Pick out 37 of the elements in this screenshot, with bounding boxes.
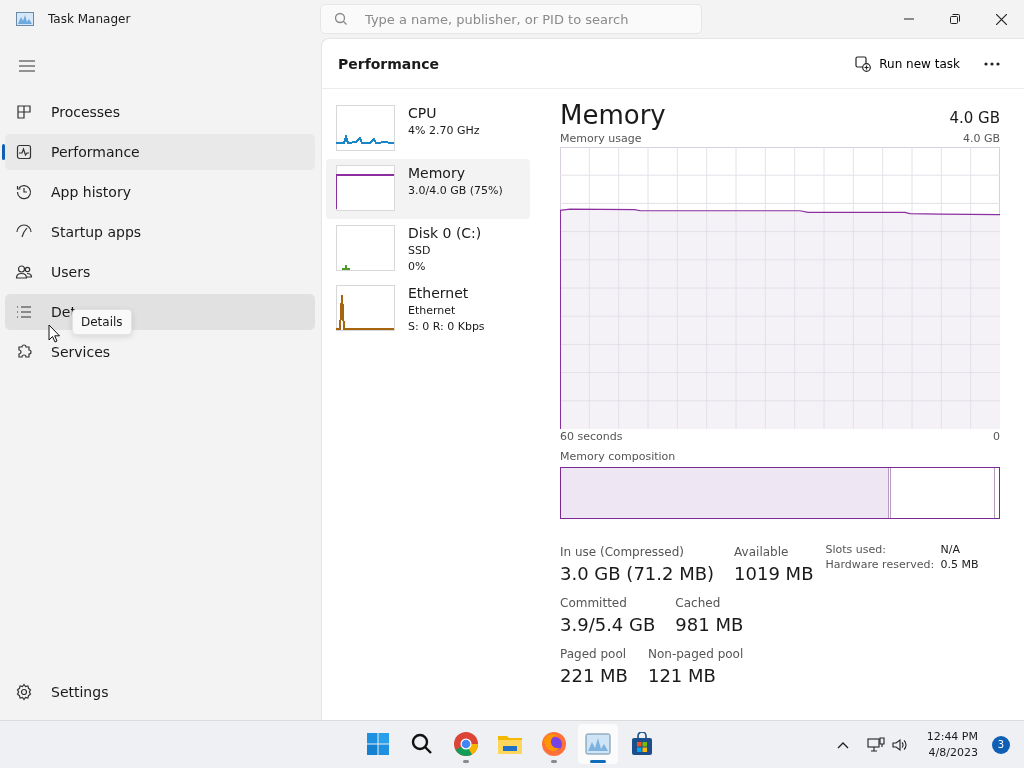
resource-name: Disk 0 (C:) [408, 224, 482, 243]
resource-name: Ethernet [408, 284, 470, 303]
resource-name: CPU [408, 104, 438, 123]
stat-label: Committed [560, 595, 628, 612]
stat-value: 3.9/5.4 GB [560, 613, 656, 637]
composition-label: Memory composition [560, 449, 677, 465]
info-value: 0.5 MB [940, 558, 979, 571]
date-text: 4/8/2023 [928, 744, 978, 761]
stat-label: In use (Compressed) [560, 544, 685, 561]
info-label: Slots used: [825, 543, 887, 556]
stat-value: 221 MB [560, 664, 628, 688]
stat-value: 1019 MB [734, 562, 814, 586]
time-text: 12:44 PM [926, 728, 978, 745]
stat-value: 981 MB [675, 613, 744, 637]
total-memory: 4.0 GB [949, 109, 1000, 127]
resource-detail: 3.0/4.0 GB (75%) [408, 183, 503, 199]
graph-label: Memory usage [560, 131, 642, 147]
stat-label: Non-paged pool [647, 646, 744, 663]
time-end-label: 0 [993, 429, 1000, 445]
resource-detail: 4% 2.70 GHz [408, 123, 480, 139]
resource-title: Memory [560, 99, 666, 131]
window-title: Task Manager [48, 12, 131, 26]
stat-label: Paged pool [560, 646, 628, 663]
graph-max-label: 4.0 GB [962, 131, 1000, 147]
stat-value: 121 MB [647, 664, 717, 688]
info-label: Hardware reserved: [825, 558, 936, 571]
stat-value: 3.0 GB (71.2 MB) [560, 562, 715, 586]
resource-detail: Ethernet [408, 303, 457, 319]
resource-detail: 0% [408, 259, 427, 275]
resource-detail: S: 0 R: 0 Kbps [408, 319, 485, 335]
resource-detail: SSD [408, 243, 432, 259]
stat-label: Available [734, 544, 790, 561]
stat-label: Cached [675, 595, 722, 612]
resource-name: Memory [408, 164, 466, 183]
info-value: N/A [940, 543, 961, 556]
page-title: Performance [338, 55, 440, 72]
time-span-label: 60 seconds [560, 429, 623, 445]
